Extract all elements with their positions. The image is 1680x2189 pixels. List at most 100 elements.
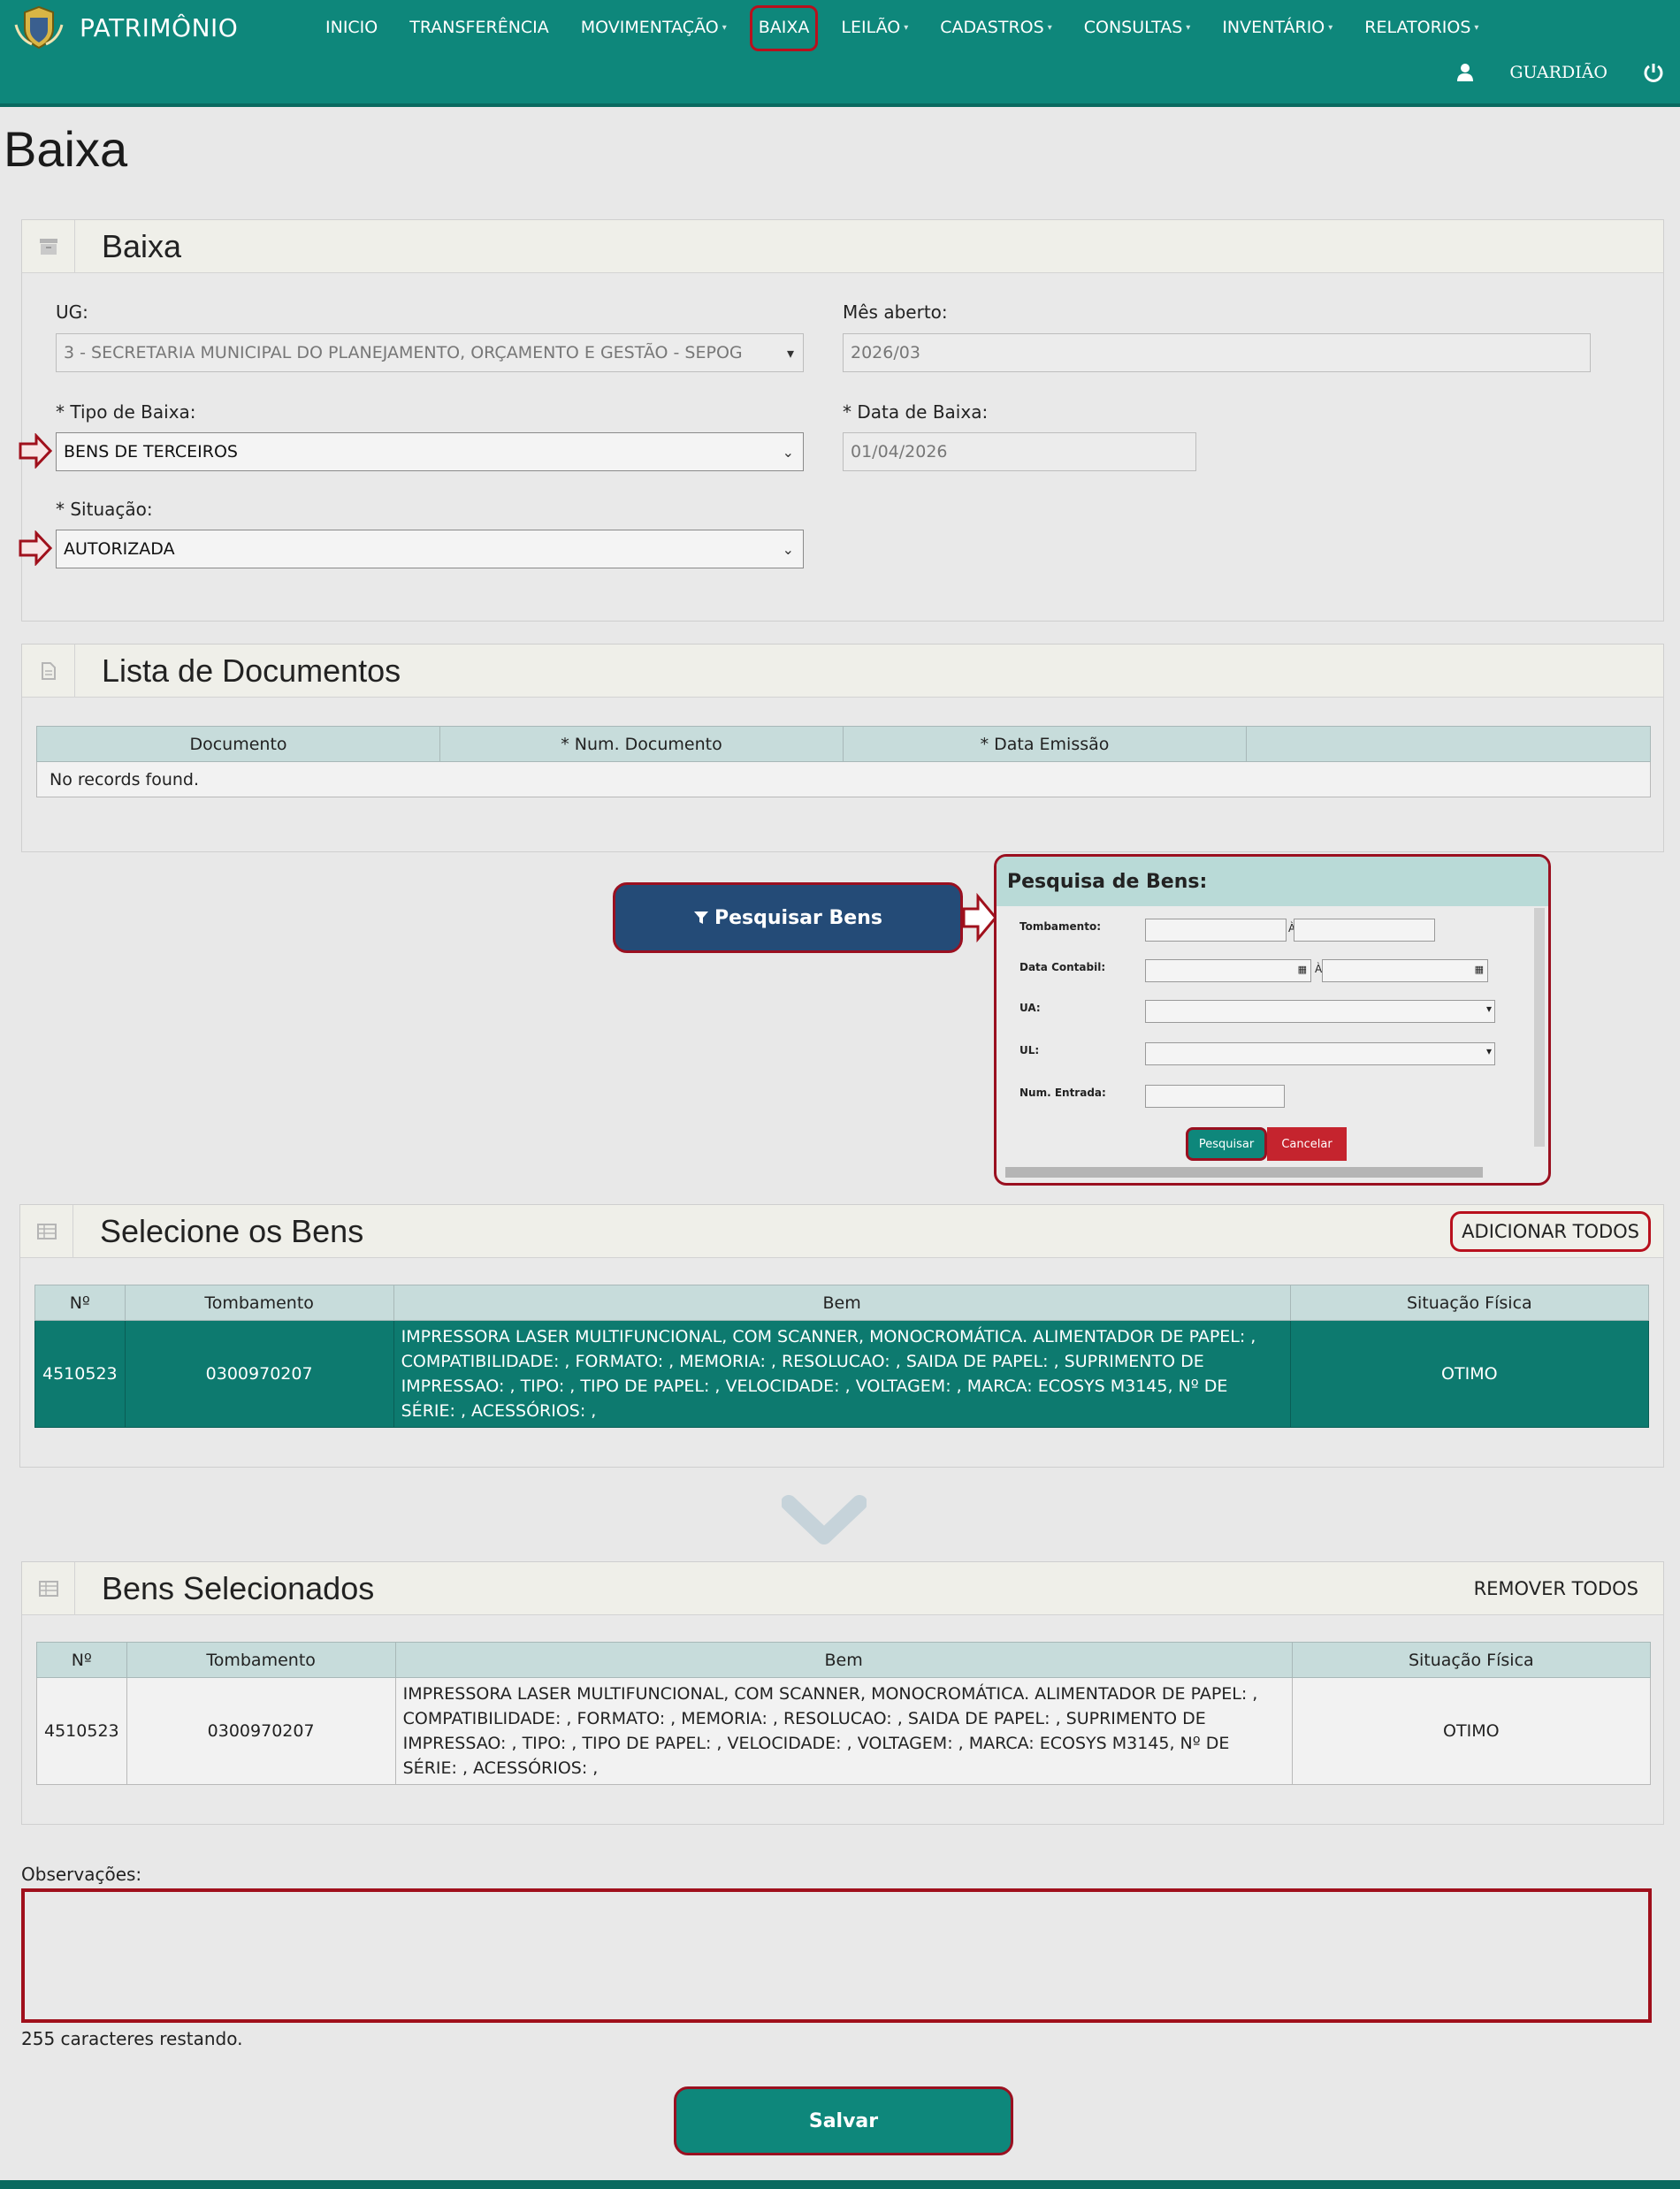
cell-tombamento: 0300970207 [126, 1677, 396, 1785]
panel-header: Selecione os Bens ADICIONAR TODOS [20, 1204, 1663, 1258]
calendar-icon[interactable]: ▦ [1475, 964, 1484, 975]
table-row[interactable]: 4510523 0300970207 IMPRESSORA LASER MULT… [36, 1677, 1652, 1785]
menu-relatorios[interactable]: RELATORIOS ▾ [1348, 0, 1494, 55]
caret-down-icon: ▾ [1328, 22, 1333, 33]
user-icon[interactable] [1456, 63, 1474, 82]
caret-down-icon: ▾ [904, 22, 909, 33]
arrow-right-icon [962, 893, 997, 942]
panel-header: Lista de Documentos [22, 644, 1663, 698]
bens-selecionados-panel: Bens Selecionados REMOVER TODOS Nº Tomba… [21, 1561, 1664, 1825]
ul-label: UL: [1019, 1044, 1040, 1056]
power-icon[interactable] [1643, 62, 1664, 83]
baixa-panel: Baixa UG: 3 - SECRETARIA MUNICIPAL DO PL… [19, 219, 1664, 622]
tipo-baixa-value: BENS DE TERCEIROS [64, 442, 238, 461]
table-row: No records found. [36, 761, 1651, 797]
user-name[interactable]: GUARDIÃO [1509, 63, 1607, 82]
salvar-label: Salvar [808, 2109, 879, 2132]
remover-todos-button[interactable]: REMOVER TODOS [1474, 1578, 1638, 1599]
chevron-down-icon [782, 1495, 867, 1545]
menu-baixa[interactable]: BAIXA [743, 0, 826, 55]
selecione-bens-table: Nº Tombamento Bem Situação Física 451052… [34, 1285, 1650, 1428]
mes-aberto-value: 2026/03 [851, 343, 920, 362]
menu-label: RELATORIOS [1364, 18, 1471, 37]
menu-label: INICIO [325, 18, 378, 37]
observacoes-textarea[interactable] [21, 1888, 1652, 2023]
table-header-row: Documento * Num. Documento * Data Emissã… [36, 726, 1651, 762]
col-situacao-fisica[interactable]: Situação Física [1291, 1642, 1652, 1678]
menu-movimentacao[interactable]: MOVIMENTAÇÃO ▾ [565, 0, 743, 55]
tipo-baixa-label: * Tipo de Baixa: [56, 401, 196, 423]
cancelar-label: Cancelar [1281, 1137, 1333, 1151]
menu-label: TRANSFERÊNCIA [409, 18, 549, 37]
table-row[interactable]: 4510523 0300970207 IMPRESSORA LASER MULT… [34, 1320, 1650, 1428]
horizontal-scrollbar[interactable] [1005, 1167, 1483, 1178]
pesquisa-bens-dialog: Pesquisa de Bens: Tombamento: À Data Con… [994, 854, 1551, 1186]
brand[interactable]: PATRIMÔNIO [12, 5, 238, 50]
menu-consultas[interactable]: CONSULTAS ▾ [1068, 0, 1207, 55]
documentos-table: Documento * Num. Documento * Data Emissã… [36, 726, 1651, 797]
mes-aberto-label: Mês aberto: [843, 301, 948, 323]
caret-down-icon: ▾ [1485, 1045, 1492, 1057]
col-documento[interactable]: Documento [36, 726, 440, 762]
pesquisar-label: Pesquisar [1198, 1137, 1255, 1151]
menu-leilao[interactable]: LEILÃO ▾ [825, 0, 924, 55]
col-tombamento[interactable]: Tombamento [126, 1642, 396, 1678]
data-contabil-to-input[interactable]: ▦ [1322, 959, 1488, 982]
salvar-button[interactable]: Salvar [674, 2086, 1013, 2155]
archive-icon [22, 219, 75, 273]
empty-message: No records found. [36, 761, 1651, 797]
pesquisar-bens-button[interactable]: Pesquisar Bens [613, 882, 963, 953]
data-contabil-from-input[interactable]: ▦ [1145, 959, 1311, 982]
ua-label: UA: [1019, 1002, 1041, 1014]
panel-title: Baixa [102, 227, 182, 264]
dialog-title: Pesquisa de Bens: [997, 857, 1548, 906]
tombamento-to-input[interactable] [1294, 919, 1435, 942]
mes-aberto-field[interactable]: 2026/03 [843, 333, 1591, 372]
table-icon [20, 1204, 73, 1258]
panel-header: Baixa [22, 219, 1663, 273]
col-numero[interactable]: Nº [34, 1285, 126, 1321]
caret-down-icon: ▾ [1047, 22, 1052, 33]
ul-select[interactable]: ▾ [1145, 1042, 1495, 1065]
menu-inicio[interactable]: INICIO [309, 0, 393, 55]
ug-select[interactable]: 3 - SECRETARIA MUNICIPAL DO PLANEJAMENTO… [56, 333, 804, 372]
col-bem[interactable]: Bem [393, 1285, 1291, 1321]
col-actions [1246, 726, 1651, 762]
pesquisar-button[interactable]: Pesquisar [1186, 1127, 1267, 1161]
cell-numero: 4510523 [34, 1320, 126, 1428]
menu-transferencia[interactable]: TRANSFERÊNCIA [393, 0, 565, 55]
situacao-select[interactable]: AUTORIZADA ⌄ [56, 530, 804, 568]
col-bem[interactable]: Bem [394, 1642, 1293, 1678]
menu-cadastros[interactable]: CADASTROS ▾ [924, 0, 1067, 55]
table-header-row: Nº Tombamento Bem Situação Física [36, 1642, 1652, 1678]
col-data-emissao[interactable]: * Data Emissão [843, 726, 1247, 762]
col-tombamento[interactable]: Tombamento [124, 1285, 394, 1321]
arrow-right-icon [19, 530, 52, 566]
col-numero[interactable]: Nº [36, 1642, 127, 1678]
main-menu: INICIO TRANSFERÊNCIA MOVIMENTAÇÃO ▾ BAIXA… [309, 0, 1494, 55]
user-area: GUARDIÃO [1456, 62, 1664, 83]
range-separator: À [1315, 963, 1323, 975]
tipo-baixa-select[interactable]: BENS DE TERCEIROS ⌄ [56, 432, 804, 471]
top-navbar: PATRIMÔNIO INICIO TRANSFERÊNCIA MOVIMENT… [0, 0, 1680, 107]
calendar-icon[interactable]: ▦ [1298, 964, 1307, 975]
vertical-scrollbar[interactable] [1534, 908, 1545, 1147]
cell-numero: 4510523 [36, 1677, 127, 1785]
cancelar-button[interactable]: Cancelar [1267, 1127, 1347, 1161]
caret-down-icon: ▾ [1186, 22, 1191, 33]
panel-title: Selecione os Bens [100, 1212, 364, 1249]
selecione-bens-panel: Selecione os Bens ADICIONAR TODOS Nº Tom… [19, 1204, 1664, 1468]
data-baixa-field[interactable]: 01/04/2026 [843, 432, 1196, 471]
col-num-documento[interactable]: * Num. Documento [439, 726, 844, 762]
cell-bem: IMPRESSORA LASER MULTIFUNCIONAL, COM SCA… [393, 1320, 1291, 1428]
menu-inventario[interactable]: INVENTÁRIO ▾ [1206, 0, 1348, 55]
adicionar-todos-button[interactable]: ADICIONAR TODOS [1450, 1210, 1651, 1252]
situacao-label: * Situação: [56, 499, 153, 520]
ua-select[interactable]: ▾ [1145, 1000, 1495, 1023]
menu-label: INVENTÁRIO [1222, 18, 1325, 37]
page-title: Baixa [4, 121, 128, 177]
document-icon [22, 644, 75, 698]
col-situacao-fisica[interactable]: Situação Física [1289, 1285, 1650, 1321]
tombamento-from-input[interactable] [1145, 919, 1287, 942]
num-entrada-input[interactable] [1145, 1085, 1285, 1108]
